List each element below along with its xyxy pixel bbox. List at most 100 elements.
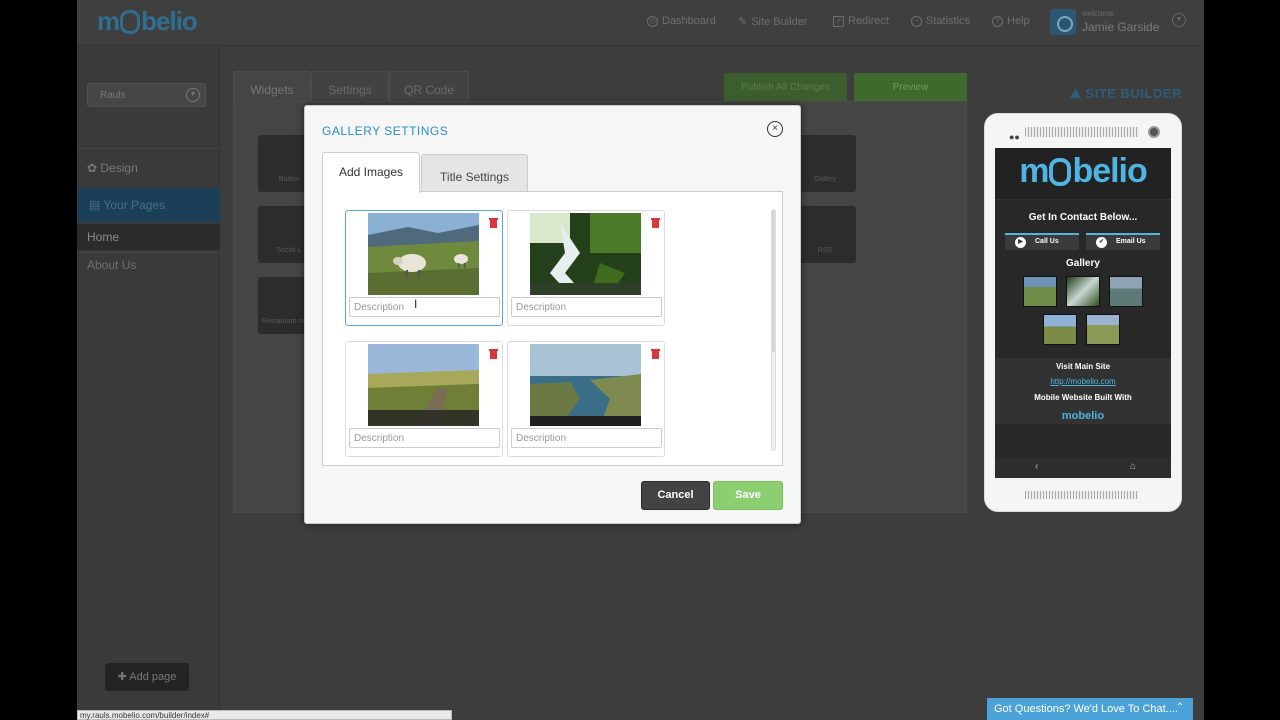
widget-gallery[interactable]: Gallery xyxy=(794,135,856,192)
close-icon[interactable]: × xyxy=(767,121,783,137)
phone-gallery-thumb xyxy=(1086,314,1120,345)
redirect-icon: ↗ xyxy=(833,15,844,27)
images-panel: Description Description Description Desc… xyxy=(322,191,783,466)
trash-icon[interactable] xyxy=(489,346,498,359)
trash-glyph xyxy=(651,218,660,228)
waterfall-image xyxy=(530,213,641,295)
phone-call-us-button: ▶ Call Us xyxy=(1005,233,1079,250)
chat-widget-bar[interactable]: Got Questions? We'd Love To Chat.... ⌃ xyxy=(987,698,1193,720)
back-icon: ‹ xyxy=(1035,461,1039,472)
nav-label: Site Builder xyxy=(751,15,808,28)
modal-title: GALLERY SETTINGS xyxy=(322,124,449,138)
publish-all-changes-button[interactable]: Publish All Changes xyxy=(724,73,847,102)
pages-icon: ▤ xyxy=(89,198,104,212)
check-icon: ✔ xyxy=(1096,237,1107,248)
trash-icon[interactable] xyxy=(651,346,660,359)
save-button[interactable]: Save xyxy=(713,481,783,510)
image-thumbnail-country-road xyxy=(368,344,479,426)
phone-small-logo: mobelio xyxy=(1061,410,1105,422)
chat-label: Got Questions? We'd Love To Chat.... xyxy=(994,703,1178,715)
text-cursor-icon: I xyxy=(414,297,418,311)
nav-help[interactable]: ? Help xyxy=(992,15,1030,27)
description-input[interactable]: Description xyxy=(349,428,500,448)
phone-gallery-heading: Gallery xyxy=(1066,258,1100,269)
help-icon: ? xyxy=(992,15,1003,27)
status-bar-url: my.rauls.mobelio.com/builder/index# xyxy=(77,710,452,720)
user-menu-chevron-icon[interactable]: ▼ xyxy=(1172,13,1186,27)
user-avatar[interactable] xyxy=(1050,9,1076,35)
add-page-label: Add page xyxy=(129,671,177,683)
cancel-button[interactable]: Cancel xyxy=(641,481,710,510)
phone-speaker xyxy=(1025,127,1139,137)
user-name[interactable]: Jamie Garside xyxy=(1082,20,1159,34)
chevron-down-icon: ▼ xyxy=(186,88,200,102)
scrollbar[interactable] xyxy=(771,209,776,451)
image-card[interactable]: Description xyxy=(507,341,665,457)
phone-gallery-thumb xyxy=(1109,276,1143,307)
scrollbar-thumb[interactable] xyxy=(772,210,775,352)
tab-add-images[interactable]: Add Images xyxy=(322,152,420,193)
coastal-cliffs-image xyxy=(530,344,641,426)
pencil-icon: ✎ xyxy=(738,16,748,28)
nav-site-builder[interactable]: ✎ Site Builder xyxy=(738,15,808,29)
phone-email-label: Email Us xyxy=(1116,238,1146,245)
sidebar-item-your-pages[interactable]: ▤ Your Pages xyxy=(77,188,220,222)
trash-icon[interactable] xyxy=(651,215,660,228)
home-icon: ⌂ xyxy=(1130,461,1137,472)
trash-glyph xyxy=(489,218,498,228)
description-input[interactable]: Description xyxy=(511,428,662,448)
clock-icon: ◷ xyxy=(647,15,658,27)
preview-button[interactable]: Preview xyxy=(854,73,967,102)
page-item-about-us[interactable]: About Us xyxy=(87,258,136,272)
trash-icon[interactable] xyxy=(489,215,498,228)
tab-settings[interactable]: Settings xyxy=(311,71,389,103)
nav-label: Redirect xyxy=(848,15,889,27)
sheep-image xyxy=(368,213,479,295)
left-sidebar: Rauls ▼ ✿ Design ▤ Your Pages Home About … xyxy=(77,47,220,720)
user-welcome: welcome xyxy=(1082,9,1114,18)
sidebar-item-label: Your Pages xyxy=(103,198,166,212)
widget-rss[interactable]: RSS xyxy=(794,206,856,263)
nav-dashboard[interactable]: ◷ Dashboard xyxy=(647,15,716,27)
image-card[interactable]: Description xyxy=(345,210,503,326)
pie-chart-icon: ◔ xyxy=(911,15,922,27)
site-builder-label: SITE BUILDER xyxy=(1085,86,1182,101)
phone-site-link: http://mobelio.com xyxy=(1050,377,1116,386)
phone-built-with: Mobile Website Built With xyxy=(1034,393,1132,402)
page-item-home[interactable]: Home xyxy=(77,224,220,250)
image-card[interactable]: Description xyxy=(507,210,665,326)
add-page-button[interactable]: ✚ Add page xyxy=(105,663,189,691)
country-road-image xyxy=(368,344,479,426)
nav-label: Dashboard xyxy=(662,15,716,27)
nav-redirect[interactable]: ↗ Redirect xyxy=(833,15,889,27)
phone-gallery-thumb xyxy=(1023,276,1057,307)
play-icon: ▶ xyxy=(1015,237,1026,248)
mobelio-logo[interactable]: m belio xyxy=(97,6,198,37)
site-builder-icon: ⛰ xyxy=(1070,86,1086,101)
phone-camera xyxy=(1148,126,1160,138)
phone-visit-main-site: Visit Main Site xyxy=(1055,362,1111,371)
description-input[interactable]: Description xyxy=(349,297,500,317)
site-select-value: Rauls xyxy=(100,90,126,101)
trash-glyph xyxy=(489,349,498,359)
divider xyxy=(77,148,220,149)
tab-widgets[interactable]: Widgets xyxy=(233,71,311,103)
nav-statistics[interactable]: ◔ Statistics xyxy=(911,15,970,27)
phone-sensor-dots: ●● xyxy=(1009,132,1020,142)
tab-qr-code[interactable]: QR Code xyxy=(389,71,469,103)
nav-label: Help xyxy=(1007,15,1030,27)
image-card[interactable]: Description xyxy=(345,341,503,457)
phone-gallery-thumb xyxy=(1043,314,1077,345)
phone-gallery-thumb xyxy=(1066,276,1100,307)
site-select[interactable]: Rauls ▼ xyxy=(87,83,206,107)
trash-glyph xyxy=(651,349,660,359)
image-thumbnail-sheep xyxy=(368,213,479,295)
sidebar-item-design[interactable]: ✿ Design xyxy=(87,161,138,175)
nav-label: Statistics xyxy=(926,15,971,27)
chevron-up-icon: ⌃ xyxy=(1175,702,1184,713)
palette-icon: ✿ xyxy=(87,161,101,175)
divider xyxy=(77,252,220,253)
tab-title-settings[interactable]: Title Settings xyxy=(421,154,528,191)
description-input[interactable]: Description xyxy=(511,297,662,317)
phone-contact-heading: Get In Contact Below... xyxy=(1028,212,1138,223)
